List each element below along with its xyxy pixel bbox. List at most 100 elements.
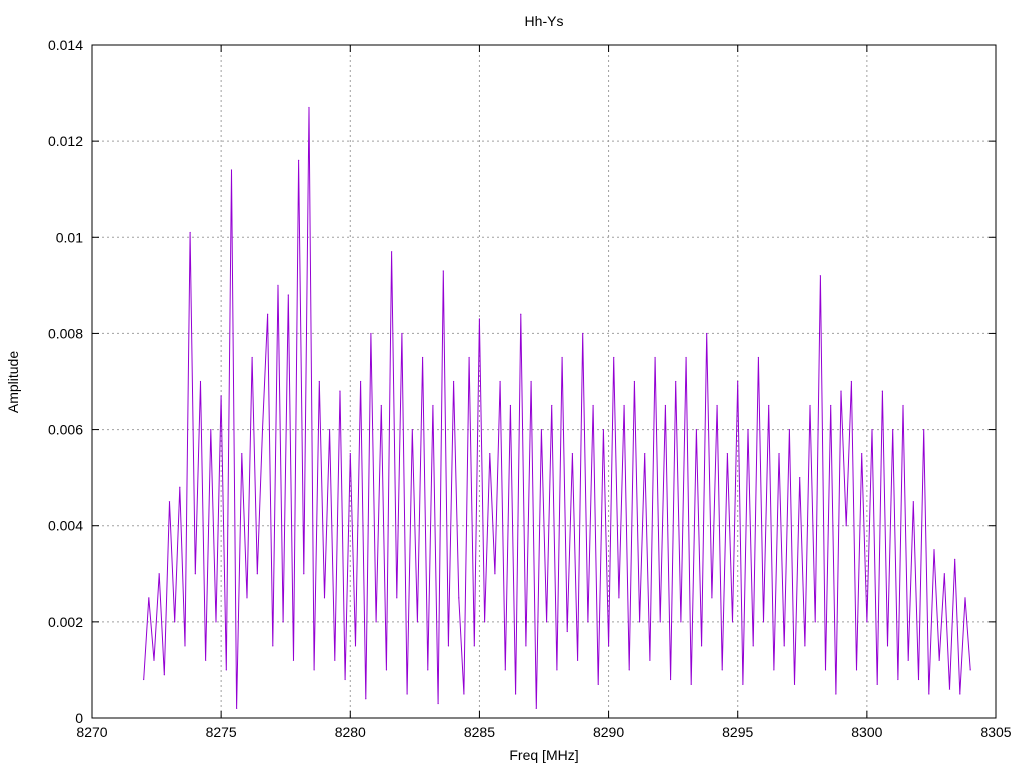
data-point — [809, 404, 811, 407]
data-point — [143, 678, 145, 681]
data-point — [633, 380, 636, 383]
data-point — [236, 707, 238, 709]
data-point — [902, 404, 904, 407]
data-point — [478, 318, 481, 320]
data-point — [194, 573, 196, 575]
data-point — [329, 428, 331, 431]
data-point — [199, 380, 202, 383]
data-point — [551, 404, 553, 407]
data-point — [168, 501, 171, 503]
data-point — [520, 313, 522, 315]
x-tick-labels: 8270 8275 8280 8285 8290 8295 8300 8305 — [76, 724, 1011, 740]
data-point — [582, 332, 584, 335]
data-point — [597, 683, 599, 685]
data-point — [406, 693, 408, 695]
data-point — [401, 332, 403, 335]
data-point — [256, 573, 258, 575]
data-point — [499, 380, 501, 383]
x-tick-label: 8305 — [980, 724, 1011, 740]
data-point — [303, 573, 305, 575]
data-point — [354, 645, 357, 647]
data-point — [483, 621, 486, 623]
data-point — [700, 645, 703, 647]
data-point — [659, 621, 661, 623]
data-point — [556, 669, 558, 671]
x-tick-label: 8295 — [722, 724, 753, 740]
data-point — [886, 645, 889, 647]
y-tick-label: 0.004 — [48, 518, 83, 534]
data-point — [850, 380, 852, 383]
data-point — [819, 275, 821, 277]
data-point — [540, 428, 543, 431]
data-point — [587, 621, 589, 623]
data-point — [695, 428, 697, 431]
data-point — [855, 669, 858, 671]
data-point — [778, 453, 780, 455]
data-point — [148, 597, 150, 599]
plot-series — [143, 106, 971, 709]
data-point — [954, 558, 956, 560]
data-point — [721, 669, 723, 671]
data-point — [277, 284, 279, 286]
y-tick-label: 0.006 — [48, 422, 83, 438]
data-point — [711, 597, 713, 599]
grid-lines — [92, 45, 996, 718]
data-point — [473, 645, 475, 647]
data-point — [923, 428, 925, 431]
data-point — [649, 659, 651, 661]
data-point — [706, 332, 708, 335]
chart: 8270 8275 8280 8285 8290 8295 8300 8305 00.0020… — [5, 13, 1012, 763]
data-point — [360, 380, 362, 383]
data-point — [876, 683, 878, 685]
data-point — [675, 380, 677, 383]
data-point — [463, 693, 465, 695]
data-point — [747, 428, 749, 431]
data-point — [220, 395, 222, 397]
data-point — [938, 659, 940, 661]
x-tick-label: 8270 — [76, 724, 107, 740]
data-point — [881, 390, 883, 392]
data-point — [458, 597, 460, 599]
data-point — [664, 404, 666, 407]
data-point — [365, 698, 367, 700]
data-point — [318, 380, 320, 383]
data-point — [158, 573, 160, 575]
data-point — [339, 390, 341, 392]
data-point — [928, 693, 930, 695]
y-tick-labels: 0 0.002 0.004 0.006 0.008 0.01 0.012 0.014 — [48, 37, 83, 726]
data-point — [783, 645, 785, 647]
data-point — [618, 597, 620, 599]
data-point — [592, 404, 594, 407]
data-point — [230, 169, 233, 171]
data-point — [571, 453, 574, 455]
data-point — [344, 678, 346, 681]
y-tick-label: 0 — [75, 710, 83, 726]
data-point — [225, 669, 227, 671]
data-point — [602, 428, 605, 431]
data-point — [494, 573, 496, 575]
y-tick-label: 0.008 — [48, 325, 83, 341]
data-point — [964, 597, 966, 599]
data-point — [638, 621, 641, 623]
data-point — [948, 688, 951, 690]
y-tick-label: 0.012 — [48, 133, 83, 149]
data-point — [530, 380, 532, 383]
data-point — [385, 669, 388, 671]
data-point — [680, 621, 682, 623]
data-point — [179, 486, 181, 488]
data-point — [545, 621, 548, 623]
data-point — [349, 453, 351, 455]
data-point — [427, 669, 429, 671]
data-point — [210, 428, 212, 431]
data-point — [742, 683, 744, 685]
data-point — [716, 404, 718, 407]
data-point — [416, 621, 419, 623]
plot-border — [91, 44, 997, 719]
data-point — [313, 669, 315, 671]
y-tick-label: 0.01 — [56, 229, 83, 245]
data-point — [768, 404, 770, 407]
data-point — [241, 453, 243, 455]
series-line — [143, 107, 971, 709]
data-point — [509, 404, 512, 407]
data-point — [566, 630, 568, 633]
